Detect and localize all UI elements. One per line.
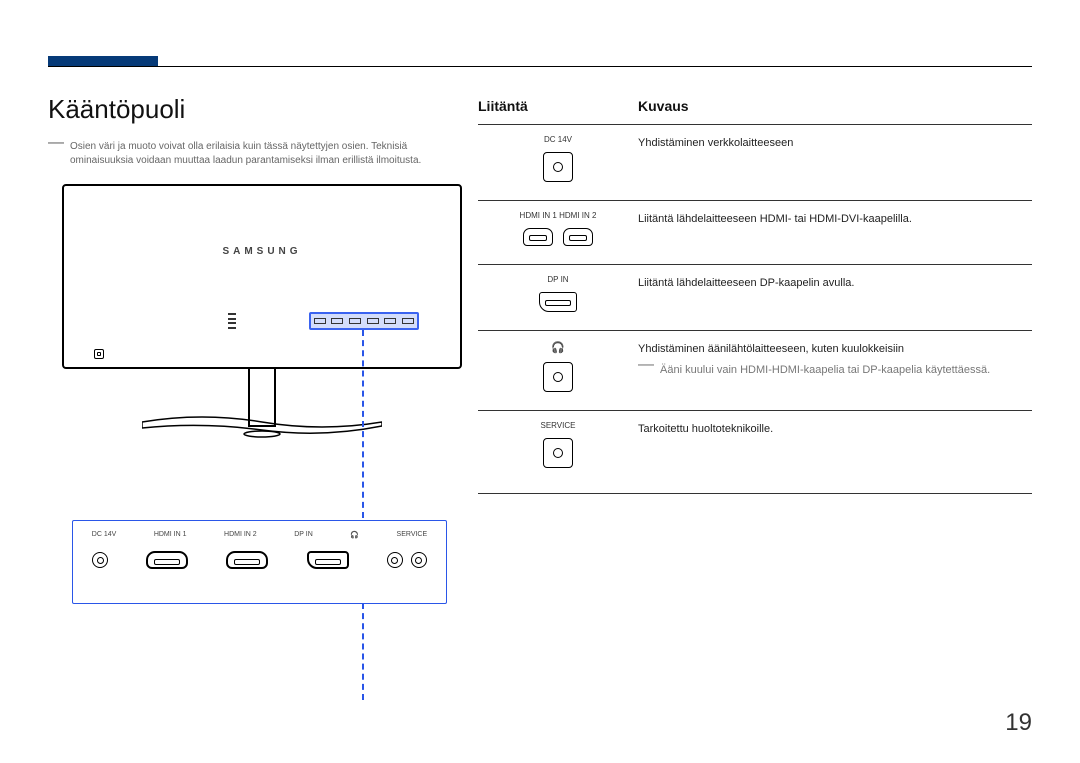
headphone-port-icon	[543, 362, 573, 392]
row-label: SERVICE	[541, 421, 576, 430]
document-page: Kääntöpuoli ― Osien väri ja muoto voivat…	[0, 0, 1080, 763]
port-label-hp: 🎧	[350, 531, 359, 539]
col-desc: Kuvaus	[638, 98, 689, 114]
hdmi-ports-icon	[523, 228, 593, 246]
port-label-dc: DC 14V	[92, 531, 117, 539]
table-row: 🎧 Yhdistäminen äänilähtölaitteeseen, kut…	[478, 330, 1032, 410]
header-divider	[48, 66, 1032, 67]
note-text: Osien väri ja muoto voivat olla erilaisi…	[70, 140, 458, 167]
note-dash: ―	[48, 138, 64, 167]
row-desc: Yhdistäminen äänilähtölaitteeseen, kuten…	[638, 343, 904, 355]
rear-diagram: SAMSUNG	[62, 184, 462, 484]
jog-button	[94, 349, 104, 359]
table-header: Liitäntä Kuvaus	[478, 98, 1032, 124]
vent-icon	[228, 313, 236, 329]
row-sub: Ääni kuului vain HDMI-HDMI-kaapelia tai …	[660, 362, 990, 379]
row-desc: Tarkoitettu huoltoteknikoille.	[638, 423, 773, 435]
row-desc: Liitäntä lähdelaitteeseen DP-kaapelin av…	[638, 277, 854, 289]
table-row: SERVICE Tarkoitettu huoltoteknikoille.	[478, 410, 1032, 486]
chapter-indicator	[48, 56, 158, 66]
col-port: Liitäntä	[478, 98, 638, 114]
table-row: DC 14V Yhdistäminen verkkolaitteeseen	[478, 124, 1032, 200]
hdmi2-icon	[226, 551, 268, 569]
row-desc: Liitäntä lähdelaitteeseen HDMI- tai HDMI…	[638, 213, 912, 225]
row-label: DC 14V	[544, 135, 572, 144]
row-label: HDMI IN 1 HDMI IN 2	[520, 211, 597, 220]
monitor-outline: SAMSUNG	[62, 184, 462, 369]
brand-logo: SAMSUNG	[222, 246, 301, 257]
port-label-hdmi2: HDMI IN 2	[224, 531, 257, 539]
headphone-icon: 🎧	[551, 341, 565, 354]
port-highlight	[309, 312, 419, 330]
page-number: 19	[1005, 709, 1032, 737]
sub-dash: ―	[638, 360, 654, 379]
row-desc: Yhdistäminen verkkolaitteeseen	[638, 137, 793, 149]
port-panel-detail: DC 14V HDMI IN 1 HDMI IN 2 DP IN 🎧 SERVI…	[72, 520, 447, 604]
stand-base	[142, 416, 382, 438]
port-label-hdmi1: HDMI IN 1	[154, 531, 187, 539]
row-label: DP IN	[547, 275, 568, 284]
hdmi1-icon	[146, 551, 188, 569]
section-heading: Kääntöpuoli	[48, 94, 185, 125]
table-bottom-border	[478, 493, 1032, 494]
dp-icon	[307, 551, 349, 569]
callout-line	[362, 330, 364, 700]
port-label-service: SERVICE	[397, 531, 428, 539]
ports-table: Liitäntä Kuvaus DC 14V Yhdistäminen verk…	[478, 98, 1032, 486]
headphone-jack-icon	[387, 552, 403, 568]
service-jack-icon	[411, 552, 427, 568]
table-row: HDMI IN 1 HDMI IN 2 Liitäntä lähdelaitte…	[478, 200, 1032, 264]
service-port-icon	[543, 438, 573, 468]
port-label-dp: DP IN	[294, 531, 313, 539]
dc-jack-icon	[92, 552, 108, 568]
table-row: DP IN Liitäntä lähdelaitteeseen DP-kaape…	[478, 264, 1032, 330]
note: ― Osien väri ja muoto voivat olla erilai…	[48, 140, 458, 167]
dc-port-icon	[543, 152, 573, 182]
dp-port-icon	[539, 292, 577, 312]
